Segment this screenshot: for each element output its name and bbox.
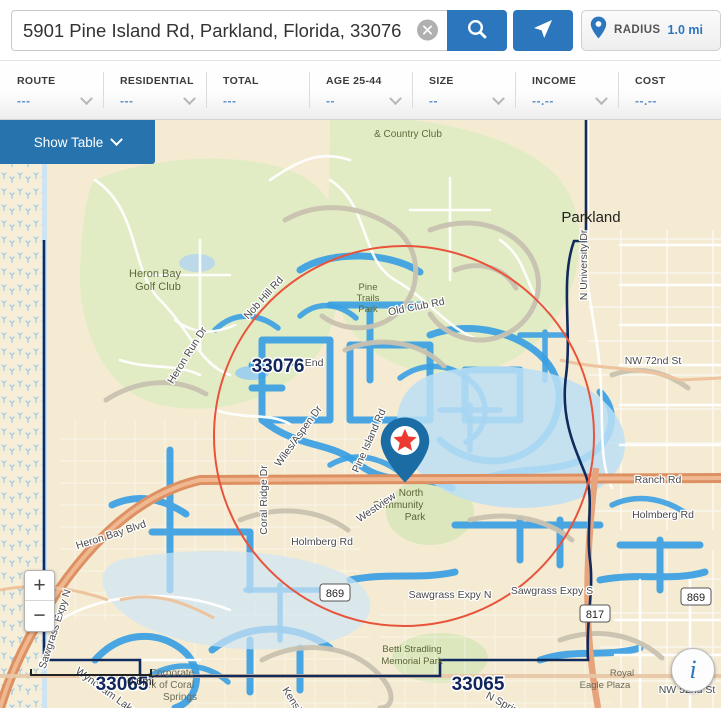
- filter-residential[interactable]: RESIDENTIAL ---: [103, 61, 206, 119]
- navigate-icon: [531, 17, 555, 44]
- show-table-button[interactable]: Show Table: [0, 120, 155, 164]
- filter-size[interactable]: SIZE --: [412, 61, 515, 119]
- map-graphics: [0, 120, 721, 708]
- chevron-down-icon[interactable]: [80, 91, 93, 105]
- star-pin-marker[interactable]: [379, 416, 431, 484]
- filter-title: INCOME: [532, 75, 577, 87]
- filter-value: ---: [120, 94, 134, 108]
- search-input[interactable]: [12, 11, 448, 49]
- filter-value-row: --.--: [532, 91, 618, 108]
- filter-value: --: [326, 94, 335, 108]
- radius-value: 1.0 mi: [667, 23, 703, 37]
- filter-route[interactable]: ROUTE ---: [0, 61, 103, 119]
- filter-value: --.--: [635, 94, 657, 108]
- filter-value: ---: [17, 94, 31, 108]
- filter-title: SIZE: [429, 75, 454, 87]
- filter-value-row: --: [326, 91, 412, 108]
- filter-value-row: --.--: [635, 94, 721, 108]
- filter-total[interactable]: TOTAL ---: [206, 61, 309, 119]
- scale-bar-line: [30, 669, 152, 676]
- locate-me-button[interactable]: [513, 9, 574, 51]
- map-scale-bar: 0.6mi: [30, 669, 154, 688]
- radius-control[interactable]: RADIUS 1.0 mi: [581, 9, 721, 51]
- zoom-out-button[interactable]: −: [25, 601, 54, 631]
- chevron-down-icon: [110, 132, 124, 146]
- filter-value-row: ---: [120, 91, 206, 108]
- filter-title: ROUTE: [17, 75, 56, 87]
- filter-value: --.--: [532, 94, 554, 108]
- search-icon: [465, 17, 489, 44]
- zoom-control: + −: [24, 570, 55, 632]
- search-toolbar: RADIUS 1.0 mi: [0, 0, 721, 60]
- scale-bar-label: 0.6mi: [127, 676, 154, 688]
- map-canvas[interactable]: Parkland Heron Bay Golf Club Pine Trails Park…: [0, 120, 721, 708]
- filter-value-row: ---: [223, 94, 309, 108]
- info-icon: i: [689, 655, 697, 684]
- zoom-in-button[interactable]: +: [25, 571, 54, 601]
- map-search-app: RADIUS 1.0 mi ROUTE---RESIDENTIAL---TOTA…: [0, 0, 721, 708]
- show-table-label: Show Table: [33, 134, 104, 150]
- search-button[interactable]: [447, 9, 508, 51]
- filter-title: COST: [635, 75, 666, 87]
- filter-value-row: --: [429, 91, 515, 108]
- filter-value: --: [429, 94, 438, 108]
- filter-toolbar: ROUTE --- RESIDENTIAL --- TOTAL --- AGE 25-44 -…: [0, 60, 721, 120]
- clear-search-icon[interactable]: [417, 19, 439, 41]
- filter-age-25-44[interactable]: AGE 25-44 --: [309, 61, 412, 119]
- chevron-down-icon[interactable]: [492, 91, 505, 105]
- filter-cost[interactable]: COST --.--: [618, 61, 721, 119]
- chevron-down-icon[interactable]: [595, 91, 608, 105]
- info-button[interactable]: i: [671, 648, 715, 692]
- radius-label: RADIUS: [614, 24, 661, 36]
- search-field-wrapper: [11, 9, 448, 51]
- filter-title: TOTAL: [223, 75, 259, 87]
- chevron-down-icon[interactable]: [183, 91, 196, 105]
- filter-income[interactable]: INCOME --.--: [515, 61, 618, 119]
- chevron-down-icon[interactable]: [389, 91, 402, 105]
- filter-value-row: ---: [17, 91, 103, 108]
- filter-title: RESIDENTIAL: [120, 75, 194, 87]
- map-pin-icon: [590, 16, 607, 44]
- filter-title: AGE 25-44: [326, 75, 382, 87]
- filter-value: ---: [223, 94, 237, 108]
